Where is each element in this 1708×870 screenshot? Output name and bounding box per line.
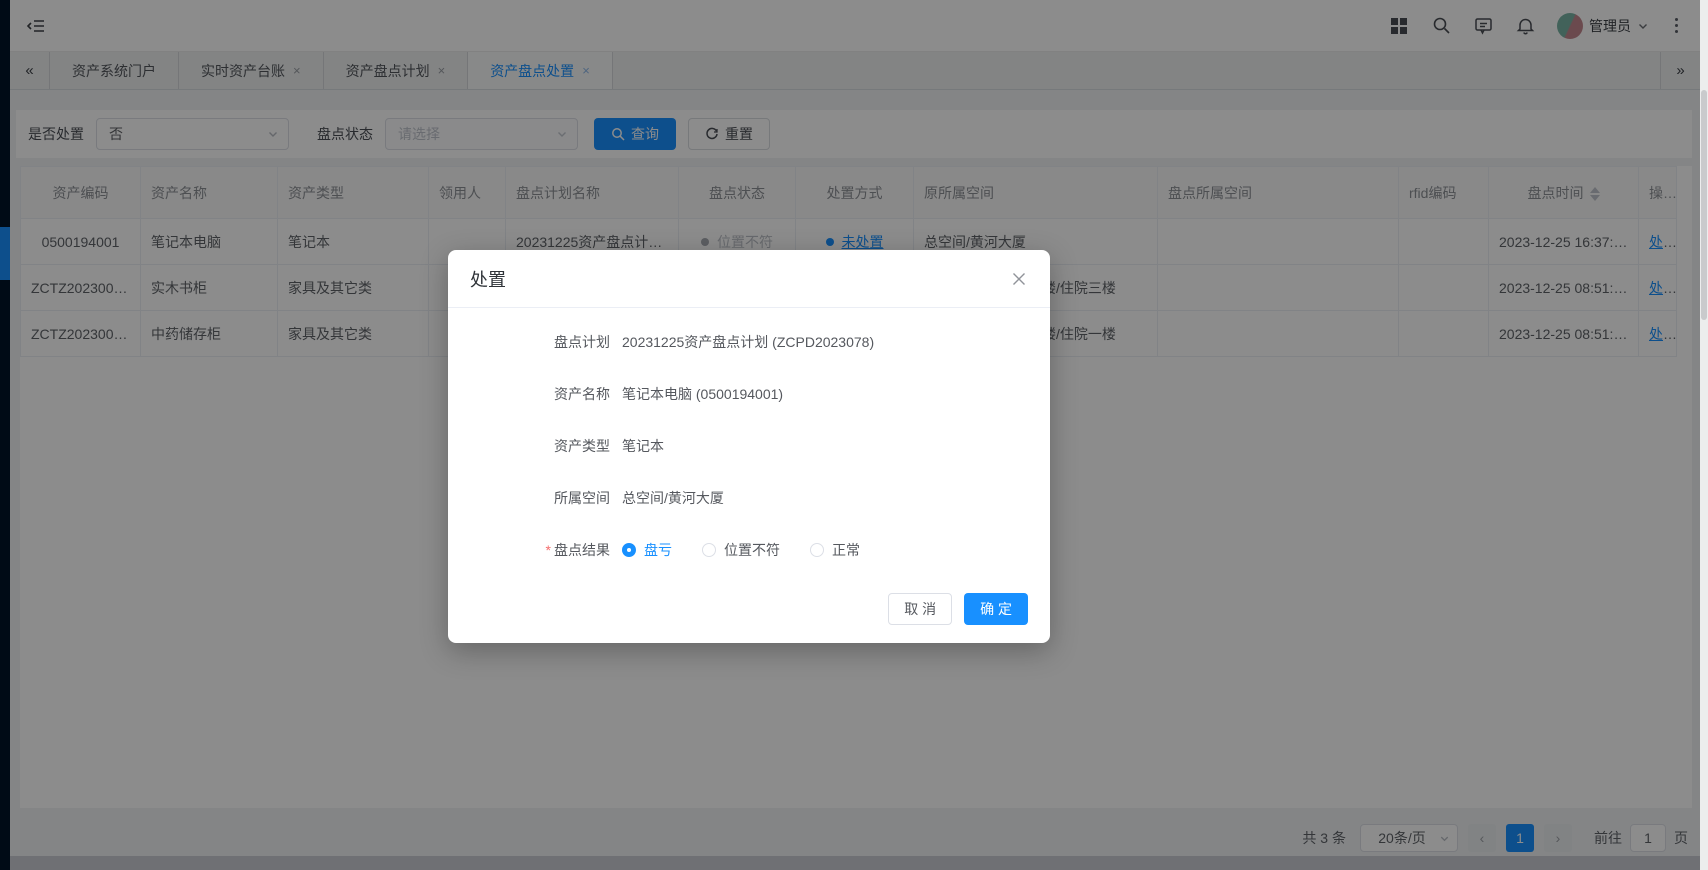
field-value: 20231225资产盘点计划 (ZCPD2023078) <box>622 334 875 350</box>
field-value: 笔记本 <box>622 438 664 454</box>
dialog-title: 处置 <box>470 269 506 290</box>
radio-label: 盘亏 <box>644 542 672 558</box>
field-label: 资产类型 <box>554 438 610 454</box>
cancel-button[interactable]: 取 消 <box>888 593 953 625</box>
result-radio-group: 盘亏 位置不符 正常 <box>622 540 890 560</box>
dialog-field: 资产类型 笔记本 <box>498 430 1030 462</box>
field-value: 笔记本电脑 (0500194001) <box>622 386 784 402</box>
dialog-field-result: * 盘点结果 盘亏 位置不符 正常 <box>498 534 1030 566</box>
radio-icon <box>702 543 716 557</box>
required-asterisk: * <box>545 542 551 558</box>
dialog-field: 所属空间 总空间/黄河大厦 <box>498 482 1030 514</box>
dialog-field: 盘点计划 20231225资产盘点计划 (ZCPD2023078) <box>498 326 1030 358</box>
radio-icon <box>622 543 636 557</box>
dispose-dialog: 处置 盘点计划 20231225资产盘点计划 (ZCPD2023078) 资产名称笔… <box>448 250 1050 643</box>
radio-option-1[interactable]: 位置不符 <box>702 540 780 560</box>
field-label: 资产名称 <box>554 386 610 402</box>
radio-icon <box>810 543 824 557</box>
field-label: 盘点计划 <box>554 334 610 350</box>
dialog-field: 资产名称 笔记本电脑 (0500194001) <box>498 378 1030 410</box>
dialog-header: 处置 <box>448 250 1050 308</box>
radio-option-2[interactable]: 正常 <box>810 540 860 560</box>
radio-label: 位置不符 <box>724 542 780 558</box>
confirm-button[interactable]: 确 定 <box>964 593 1028 625</box>
field-value: 总空间/黄河大厦 <box>622 490 724 506</box>
radio-option-0[interactable]: 盘亏 <box>622 540 672 560</box>
scrollbar-thumb[interactable] <box>1701 90 1707 320</box>
browser-scrollbar[interactable] <box>1700 0 1708 870</box>
field-label: 所属空间 <box>554 490 610 506</box>
radio-label: 正常 <box>832 542 860 558</box>
close-icon[interactable] <box>1010 270 1028 288</box>
field-label-required: * 盘点结果 <box>545 542 610 558</box>
